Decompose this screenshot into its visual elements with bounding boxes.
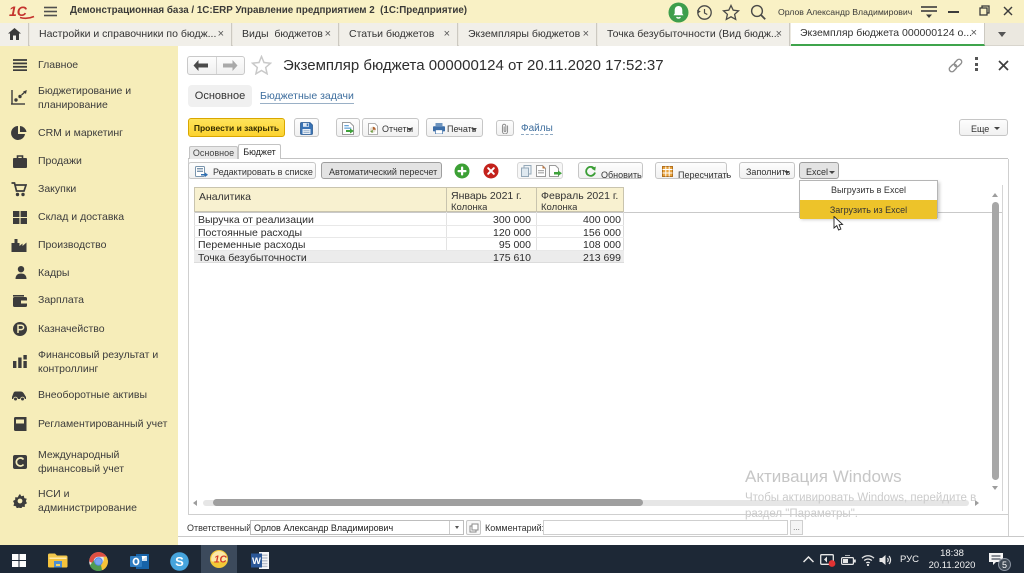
svg-text:W: W xyxy=(252,556,261,567)
svg-text:S: S xyxy=(175,554,184,569)
svg-text:1С: 1С xyxy=(9,3,28,19)
svg-text:1С: 1С xyxy=(214,555,228,566)
